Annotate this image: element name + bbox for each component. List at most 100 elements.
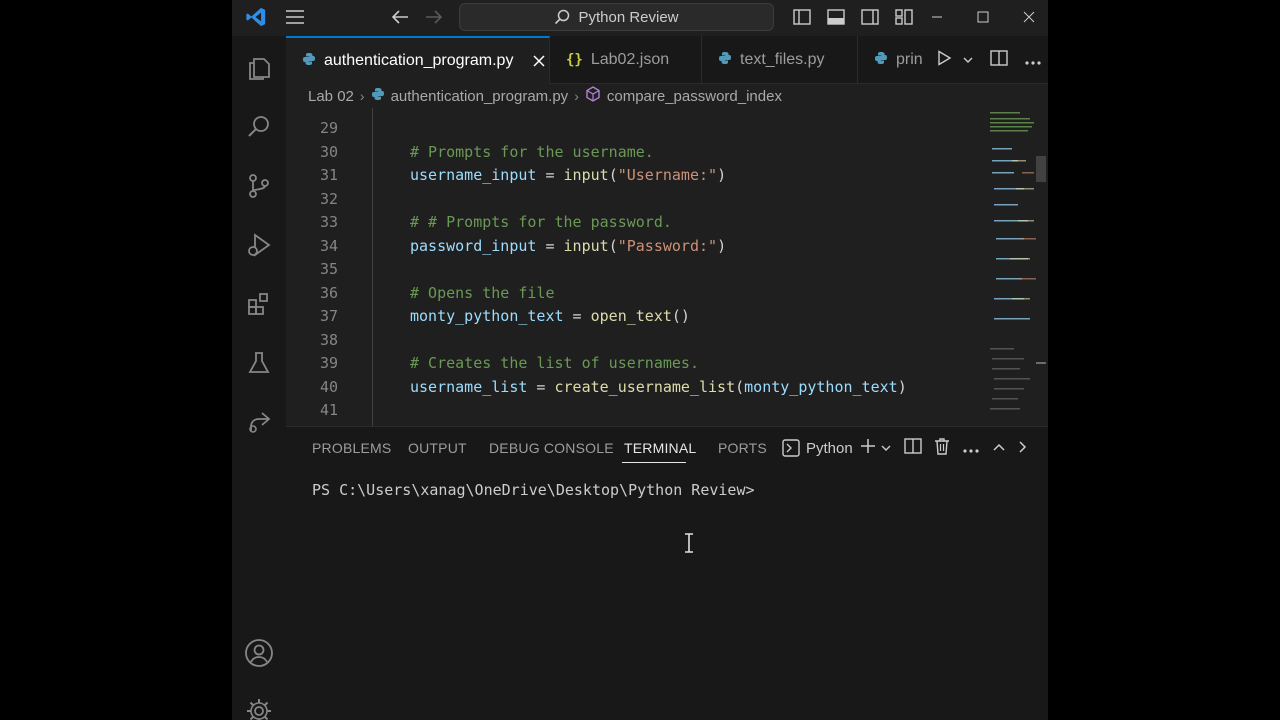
line-number: 39 bbox=[319, 354, 338, 372]
testing-flask-icon[interactable] bbox=[232, 336, 286, 390]
breadcrumb-folder[interactable]: Lab 02 bbox=[308, 88, 354, 105]
maximize-icon[interactable] bbox=[960, 0, 1006, 34]
code-line[interactable]: 33 # # Prompts for the password. bbox=[286, 211, 976, 234]
code-token: ) bbox=[897, 377, 907, 396]
panel-tab-ports[interactable]: PORTS bbox=[718, 427, 767, 469]
hamburger-menu-icon[interactable] bbox=[280, 0, 310, 34]
arrow-right-icon[interactable] bbox=[420, 0, 448, 34]
search-icon[interactable] bbox=[232, 100, 286, 154]
code-line[interactable]: 37 monty_python_text = open_text() bbox=[286, 305, 976, 328]
breadcrumb: Lab 02 › authentication_program.py › com… bbox=[286, 84, 1048, 108]
maximize-panel-chevron-up-icon[interactable] bbox=[992, 439, 1006, 458]
editor-scrollbar-thumb[interactable] bbox=[1036, 156, 1046, 182]
more-actions-icon[interactable] bbox=[962, 439, 980, 458]
arrow-left-icon[interactable] bbox=[386, 0, 414, 34]
split-terminal-icon[interactable] bbox=[904, 438, 922, 458]
panel-tab-problems[interactable]: PROBLEMS bbox=[312, 427, 391, 469]
code-token: = bbox=[536, 236, 564, 255]
toggle-panel-icon[interactable] bbox=[822, 4, 850, 30]
code-line[interactable]: 40 username_list = create_username_list(m… bbox=[286, 376, 976, 399]
activity-bar bbox=[232, 36, 286, 720]
code-token: = bbox=[536, 166, 564, 184]
line-number: 38 bbox=[319, 330, 338, 349]
split-editor-icon[interactable] bbox=[990, 50, 1008, 70]
chevron-right-icon: › bbox=[359, 88, 365, 104]
code-line[interactable]: 32 bbox=[286, 188, 976, 211]
tab-label: authentication_program.py bbox=[324, 52, 514, 69]
code-token: = bbox=[563, 307, 591, 325]
settings-gear-icon[interactable] bbox=[232, 684, 286, 720]
python-icon bbox=[874, 51, 888, 69]
run-python-file-icon[interactable] bbox=[936, 50, 952, 70]
code-token: () bbox=[671, 307, 690, 325]
line-number: 29 bbox=[319, 119, 338, 137]
chevron-right-icon: › bbox=[574, 88, 579, 104]
tab-label: Lab02.json bbox=[590, 51, 670, 68]
code-token: ( bbox=[608, 166, 618, 184]
trash-icon[interactable] bbox=[934, 437, 950, 459]
chevron-down-icon[interactable] bbox=[962, 51, 974, 70]
source-control-icon[interactable] bbox=[232, 159, 286, 213]
code-line[interactable]: 35 bbox=[286, 258, 976, 281]
python-icon bbox=[371, 87, 385, 105]
tab-prin[interactable]: prin bbox=[858, 36, 934, 84]
code-line[interactable]: 41 bbox=[286, 399, 976, 422]
breadcrumb-symbol[interactable]: compare_password_index bbox=[607, 88, 782, 105]
tab-label: prin bbox=[896, 51, 923, 68]
code-editor[interactable]: 29 30 # Prompts for the username. 31 usernam… bbox=[286, 108, 1048, 426]
python-icon bbox=[718, 51, 732, 69]
active-tab-indicator bbox=[622, 462, 686, 463]
code-line[interactable]: 30 # Prompts for the username. bbox=[286, 141, 976, 164]
vscode-logo-icon[interactable] bbox=[238, 0, 274, 34]
line-number: 41 bbox=[319, 401, 338, 419]
extensions-icon[interactable] bbox=[232, 277, 286, 331]
code-token: username_list bbox=[410, 377, 528, 396]
code-line[interactable]: 34 password_input = input("Password:") bbox=[286, 235, 976, 258]
tab-lab02-json[interactable]: {} Lab02.json bbox=[550, 36, 702, 84]
line-number: 36 bbox=[319, 283, 338, 302]
line-number: 40 bbox=[319, 377, 338, 396]
breadcrumb-file[interactable]: authentication_program.py bbox=[391, 88, 569, 105]
minimize-icon[interactable] bbox=[914, 0, 960, 34]
more-actions-icon[interactable] bbox=[1024, 51, 1042, 70]
remote-share-icon[interactable] bbox=[232, 395, 286, 449]
tab-authentication-program[interactable]: authentication_program.py bbox=[286, 36, 550, 84]
code-line[interactable]: 38 bbox=[286, 329, 976, 352]
command-center-search[interactable]: Python Review bbox=[459, 3, 774, 31]
code-token: = bbox=[527, 377, 555, 396]
code-token: ( bbox=[608, 236, 618, 255]
code-token: create_username_list bbox=[554, 377, 736, 396]
code-token: monty_python_text bbox=[744, 377, 898, 396]
terminal-selector[interactable]: Python bbox=[782, 435, 853, 461]
code-text: # # Prompts for the password. bbox=[410, 211, 672, 234]
code-text: # Creates the list of usernames. bbox=[410, 352, 699, 375]
toggle-primary-sidebar-icon[interactable] bbox=[788, 4, 816, 30]
command-center-label: Python Review bbox=[578, 8, 679, 26]
line-number: 35 bbox=[319, 260, 338, 278]
chevron-down-icon[interactable] bbox=[880, 439, 892, 458]
explorer-icon[interactable] bbox=[232, 41, 286, 95]
run-and-debug-icon[interactable] bbox=[232, 218, 286, 272]
panel-tab-output[interactable]: OUTPUT bbox=[408, 427, 467, 469]
code-line[interactable]: 39 # Creates the list of usernames. bbox=[286, 352, 976, 375]
code-token: # Creates the list of usernames. bbox=[410, 354, 699, 372]
close-tab-icon[interactable] bbox=[531, 53, 547, 69]
code-line[interactable]: 29 bbox=[286, 117, 976, 140]
terminal-prompt[interactable]: PS C:\Users\xanag\OneDrive\Desktop\Pytho… bbox=[312, 481, 755, 499]
toggle-secondary-sidebar-icon[interactable] bbox=[856, 4, 884, 30]
code-text: username_list = create_username_list(mon… bbox=[410, 376, 907, 399]
vscode-window: Python Review authentication_program.py … bbox=[232, 0, 1048, 720]
code-token: input bbox=[563, 236, 609, 255]
code-token: monty_python_text bbox=[410, 307, 564, 325]
panel-tab-debug-console[interactable]: DEBUG CONSOLE bbox=[489, 427, 614, 469]
code-token: password_input bbox=[410, 236, 537, 255]
editor-tab-bar: authentication_program.py {} Lab02.json … bbox=[286, 36, 1048, 84]
new-terminal-icon[interactable] bbox=[860, 438, 876, 458]
account-icon[interactable] bbox=[232, 626, 286, 680]
chevron-right-icon[interactable] bbox=[1018, 439, 1028, 458]
code-line[interactable]: 36 # Opens the file bbox=[286, 282, 976, 305]
line-number: 34 bbox=[319, 236, 338, 255]
tab-text-files[interactable]: text_files.py bbox=[702, 36, 858, 84]
code-line[interactable]: 31 username_input = input("Username:") bbox=[286, 164, 976, 187]
close-window-icon[interactable] bbox=[1006, 0, 1048, 34]
